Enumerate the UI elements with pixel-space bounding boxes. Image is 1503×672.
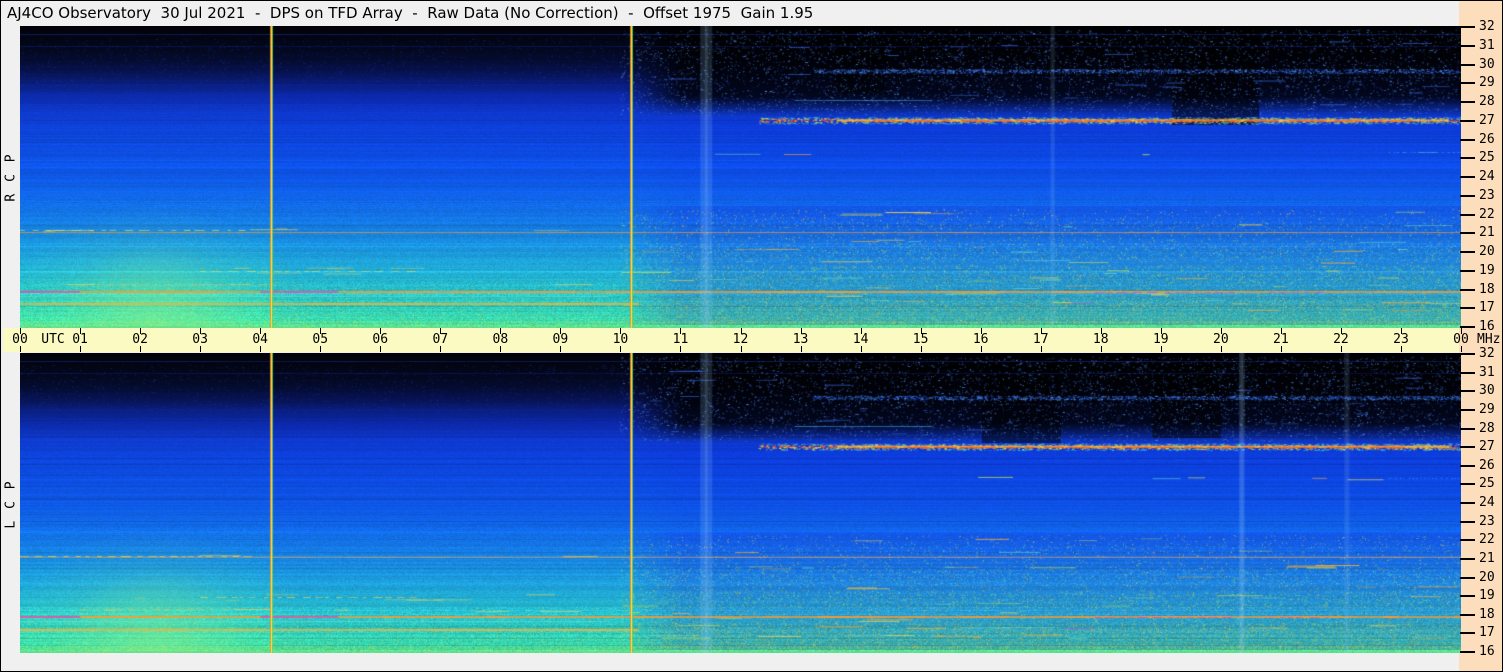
time-axis-strip (3, 328, 1459, 352)
lcp-spectrogram-canvas (20, 353, 1461, 653)
utc-unit-label: UTC (41, 332, 65, 347)
rcp-polarization-label: R C P (3, 152, 19, 202)
mhz-unit-label: MHz (1477, 332, 1501, 347)
lcp-polarization-label: L C P (3, 479, 19, 529)
dps-spectrogram-window: AJ4CO Observatory 30 Jul 2021 - DPS on T… (0, 0, 1503, 672)
rcp-spectrogram-canvas (20, 26, 1461, 328)
page-title: AJ4CO Observatory 30 Jul 2021 - DPS on T… (7, 4, 814, 22)
